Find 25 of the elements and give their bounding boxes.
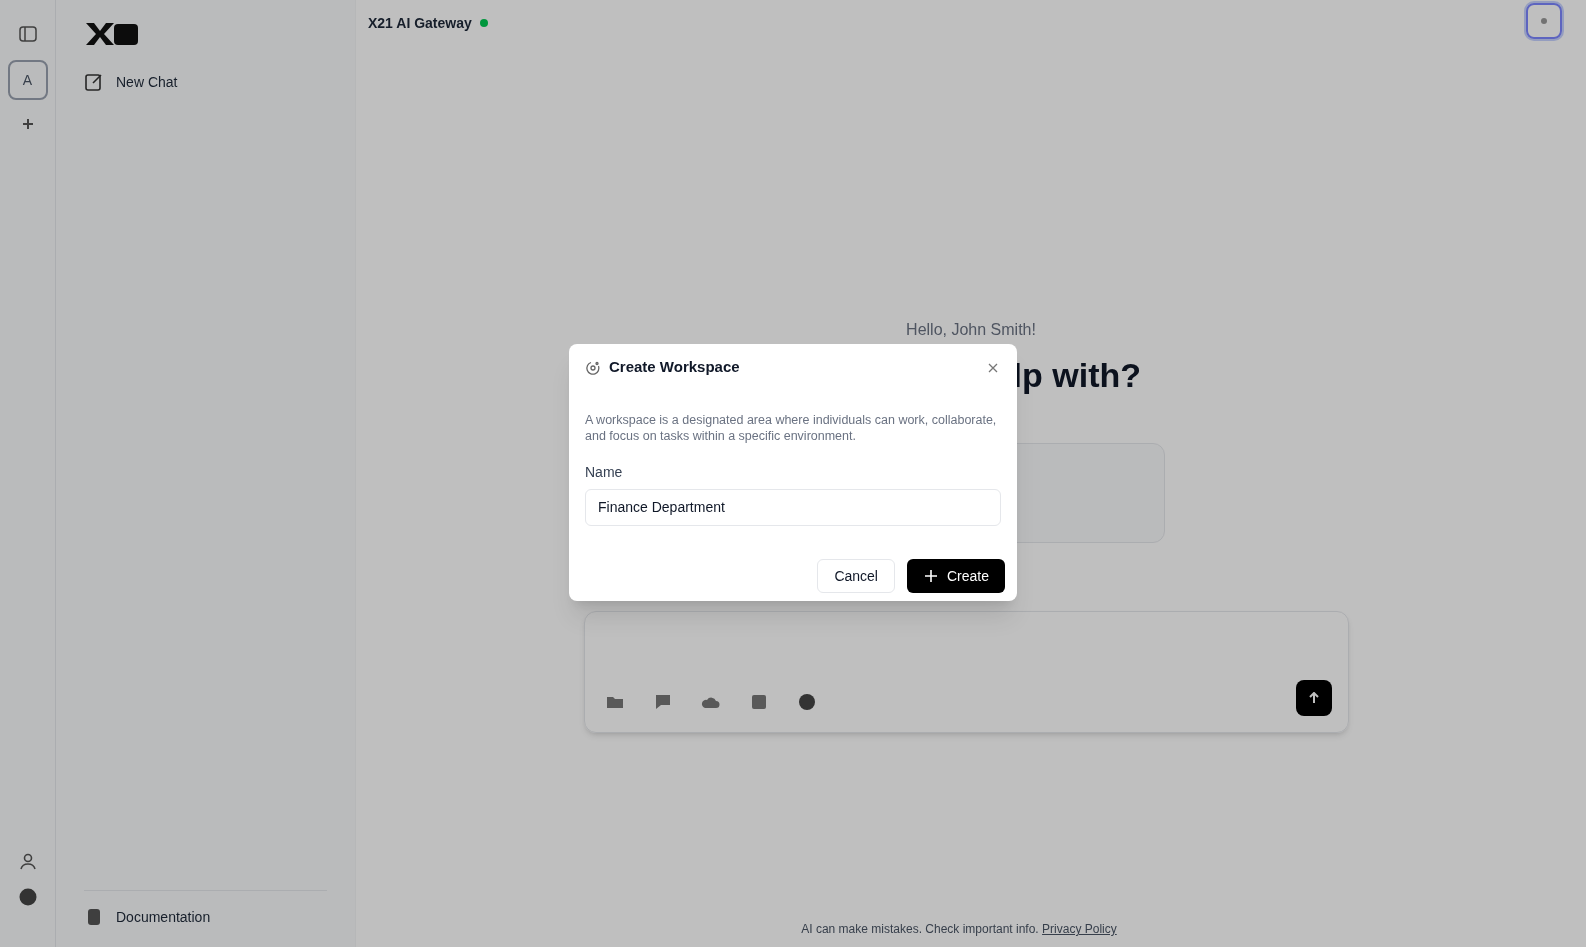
message-composer[interactable]: [584, 611, 1349, 733]
plus-icon: [922, 567, 939, 584]
documentation-link[interactable]: Documentation: [116, 907, 211, 927]
greeting-text: Hello, John Smith!: [905, 320, 1037, 340]
dialog-title: Create Workspace: [609, 357, 740, 378]
arrow-up-icon: [1308, 692, 1320, 704]
workspace-button[interactable]: A: [7, 60, 48, 100]
create-button[interactable]: Create: [906, 558, 1005, 593]
grid-icon[interactable]: [749, 692, 769, 712]
close-icon: [987, 361, 999, 374]
cancel-button[interactable]: Cancel: [817, 558, 895, 593]
chat-icon[interactable]: [653, 692, 673, 712]
profile-button[interactable]: [1526, 3, 1562, 39]
sidebar-toggle-icon[interactable]: [17, 24, 38, 44]
edit-icon: [84, 72, 104, 92]
orbit-icon: [585, 359, 601, 376]
logo-icon: [84, 20, 140, 48]
new-chat-link[interactable]: New Chat: [116, 72, 178, 92]
disclaimer-text: AI can make mistakes. Check important info.: [801, 922, 1039, 936]
name-input[interactable]: Finance Department: [585, 488, 1001, 526]
name-label: Name: [585, 462, 624, 482]
send-button[interactable]: [1296, 680, 1332, 716]
privacy-policy-link[interactable]: Privacy Policy: [1042, 922, 1117, 936]
gateway-title: X21 AI Gateway: [368, 14, 472, 33]
dialog-description: A workspace is a designated area where individuals can work, collaborate, and focus on tasks within a specific environment.: [585, 411, 998, 444]
